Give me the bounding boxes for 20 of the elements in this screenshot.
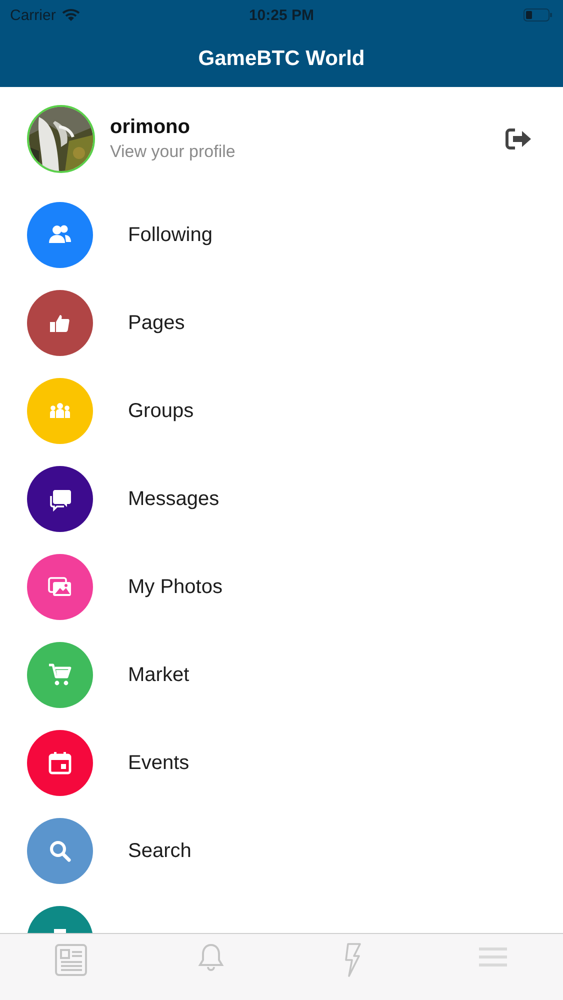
profile-name: orimono	[110, 116, 191, 139]
cart-icon	[47, 662, 73, 688]
menu-item-label[interactable]: Pages	[128, 312, 185, 334]
status-time: 10:25 PM	[248, 7, 316, 24]
app-title: GameBTC World	[197, 46, 366, 72]
menu-item-label[interactable]: Following	[128, 224, 212, 246]
menu-item-label[interactable]: Events	[128, 752, 190, 774]
menu-item-label[interactable]: Market	[128, 664, 190, 686]
menu-item-label[interactable]: My Photos	[128, 576, 222, 598]
search-icon	[47, 838, 73, 864]
newspaper-icon	[52, 942, 88, 978]
carrier-label: Carrier	[10, 6, 56, 24]
bell-icon	[196, 942, 226, 972]
battery-icon	[523, 8, 553, 22]
logout-icon[interactable]	[505, 127, 533, 151]
menu-item-label[interactable]: Messages	[128, 488, 220, 510]
menu-item-label[interactable]: Search	[128, 840, 192, 862]
wifi-icon	[62, 8, 80, 22]
menu-item-label[interactable]: Groups	[128, 400, 194, 422]
calendar-icon	[47, 750, 73, 776]
